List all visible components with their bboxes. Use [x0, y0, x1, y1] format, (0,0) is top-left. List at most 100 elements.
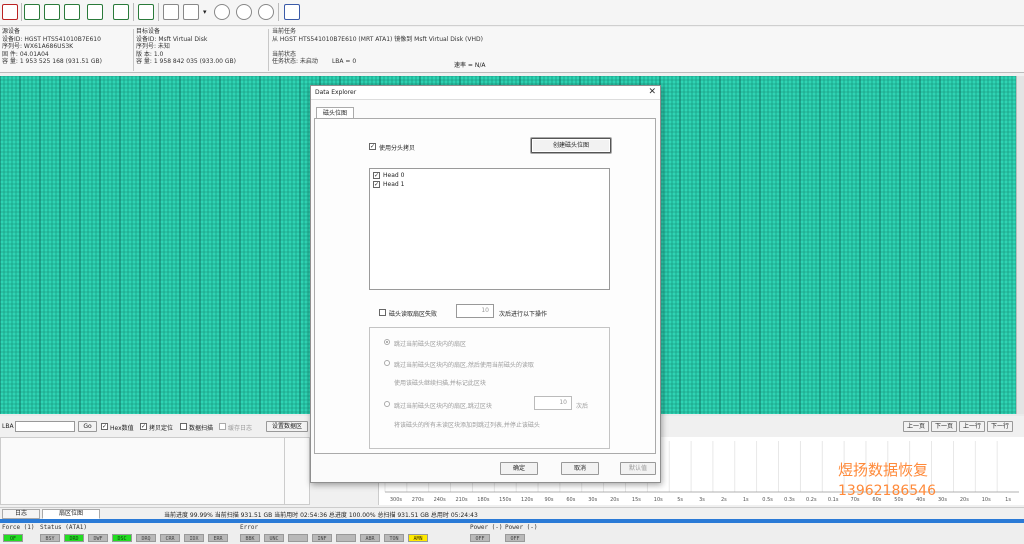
map-scrollbar[interactable] — [1016, 76, 1024, 414]
option-1-radio[interactable] — [384, 339, 390, 345]
fail-label: 磁头读取扇区失败 — [389, 311, 438, 318]
chart-tick-label: 240s — [434, 497, 447, 503]
chart-tick-label: 15s — [632, 497, 641, 503]
data-explorer-dialog: Data Explorer ✕ 磁头位图 ✓ 使用分头拷贝 创建磁头位图 ✓ H… — [310, 85, 661, 483]
tab-log[interactable]: 日志 — [2, 509, 40, 519]
dialog-title-bar[interactable]: Data Explorer ✕ — [311, 86, 660, 100]
status-indicator: DRD — [64, 534, 84, 542]
chart-tick-label: 90s — [544, 497, 553, 503]
chart-tick-label: 150s — [499, 497, 512, 503]
status-line: 任务状态: 未启动 LBA = 0 — [272, 58, 483, 66]
chart-tick-label: 5s — [677, 497, 683, 503]
option-3-count-input[interactable]: 10 — [534, 396, 572, 410]
toolbar-separator — [21, 3, 22, 21]
bottom-tab-bar: 日志 扇区位图 当前进度 99.99% 当前扫描 931.51 GB 当前用时 … — [0, 507, 1024, 519]
hex-checkbox[interactable]: ✓ — [101, 423, 108, 430]
fail-count-input[interactable]: 10 — [456, 304, 494, 318]
copy-locate-label: 拷贝定位 — [149, 425, 174, 432]
progress-text: 当前进度 99.99% 当前扫描 931.51 GB 当前用时 02:54:36… — [164, 512, 478, 519]
source-line: 序列号: WX61A686US3K — [2, 43, 74, 50]
toolbar-separator — [133, 3, 134, 21]
filter-icon[interactable] — [163, 4, 179, 20]
go-button[interactable]: Go — [78, 421, 97, 432]
fail-suffix: 次后进行以下操作 — [499, 311, 548, 318]
option-2-sub: 使用该磁头继续扫描,并标记此区块 — [394, 380, 486, 387]
option-3-sub: 将该磁头的所有未读区块添加到跳过列表,并停止该磁头 — [394, 422, 540, 429]
tree-icon[interactable] — [138, 4, 154, 20]
ok-button[interactable]: 确定 — [500, 462, 538, 475]
chart-tick-label: 0.2s — [806, 497, 817, 503]
stop-icon[interactable] — [258, 4, 274, 20]
scan-checkbox[interactable] — [180, 423, 187, 430]
source-line: 固 件: 04.01A04 — [2, 50, 49, 58]
main-toolbar: ▾ — [0, 0, 1024, 26]
pause-icon[interactable] — [236, 4, 252, 20]
divider — [284, 438, 285, 504]
close-icon[interactable]: ✕ — [648, 87, 656, 98]
head-list[interactable]: ✓ Head 0 ✓ Head 1 — [369, 168, 610, 290]
fail-checkbox[interactable] — [379, 309, 386, 316]
lba-value: LBA = 0 — [331, 58, 357, 65]
sync-icon[interactable] — [214, 4, 230, 20]
error-label: Error — [240, 524, 259, 531]
print-icon[interactable] — [113, 4, 129, 20]
head-0-checkbox[interactable]: ✓ — [373, 172, 380, 179]
status-indicator: DSC — [112, 534, 132, 542]
chart-tick-label: 10s — [654, 497, 663, 503]
chart-tick-label: 20s — [610, 497, 619, 503]
lba-input[interactable] — [15, 421, 75, 432]
create-head-map-button[interactable]: 创建磁头位图 — [531, 138, 611, 153]
chart-tick-label: 10s — [982, 497, 991, 503]
target-line: 序列号: 未知 — [136, 43, 170, 50]
error-indicator: ABR — [360, 534, 380, 542]
default-button[interactable]: 默认值 — [620, 462, 656, 475]
exit-icon[interactable] — [284, 4, 300, 20]
save-icon[interactable] — [24, 4, 40, 20]
force-indicator: OF — [3, 534, 23, 542]
log-checkbox[interactable] — [219, 423, 226, 430]
chart-tick-label: 3s — [699, 497, 705, 503]
log-panel — [0, 437, 310, 505]
status-bar: Force (1) Status (ATA1) Error Power (-) … — [0, 523, 1024, 544]
force-label: Force (1) — [2, 524, 35, 531]
prev-page-button[interactable]: 上一页 — [903, 421, 929, 432]
option-1-label: 跳过当前磁头区块内的扇区 — [394, 341, 467, 348]
option-3-label: 跳过当前磁头区块内的扇区,跳过区块 — [394, 403, 492, 410]
cancel-button[interactable]: 取消 — [561, 462, 599, 475]
chart-tick-label: 210s — [455, 497, 468, 503]
status-indicator: IDX — [184, 534, 204, 542]
copy-locate-checkbox[interactable]: ✓ — [140, 423, 147, 430]
head-0-label: Head 0 — [383, 172, 405, 179]
source-line: 设备ID: HGST HTS541010B7E610 — [2, 35, 101, 43]
option-3-radio[interactable] — [384, 401, 390, 407]
db-icon[interactable] — [64, 4, 80, 20]
plug-icon[interactable] — [2, 4, 18, 20]
chart-tick-label: 0.3s — [784, 497, 795, 503]
head-1-label: Head 1 — [383, 181, 405, 188]
status-indicator: ERR — [208, 534, 228, 542]
edit-icon[interactable] — [87, 4, 103, 20]
copy-icon[interactable] — [44, 4, 60, 20]
use-head-map-checkbox[interactable]: ✓ — [369, 143, 376, 150]
option-2-radio[interactable] — [384, 360, 390, 366]
head-1-checkbox[interactable]: ✓ — [373, 181, 380, 188]
disk-icon[interactable] — [183, 4, 199, 20]
settings-button[interactable]: 设置数据区 — [266, 421, 308, 432]
device-info-panel: 源设备 设备ID: HGST HTS541010B7E610 序列号: WX61… — [0, 27, 1024, 73]
source-line: 容 量: 1 953 525 168 (931.51 GB) — [2, 58, 102, 65]
chart-tick-label: 300s — [390, 497, 403, 503]
tab-sector-map[interactable]: 扇区位图 — [42, 509, 100, 519]
target-line: 设备ID: Msft Virtual Disk — [136, 35, 208, 43]
source-title: 源设备 — [2, 28, 21, 35]
next-page-button[interactable]: 下一页 — [931, 421, 957, 432]
chart-tick-label: 0.5s — [762, 497, 773, 503]
watermark-name: 煜扬数据恢复 — [838, 461, 929, 479]
prev-row-button[interactable]: 上一行 — [959, 421, 985, 432]
scan-label: 数据扫描 — [189, 425, 214, 432]
power-label-1: Power (-) — [470, 524, 503, 531]
chart-tick-label: 30s — [938, 497, 947, 503]
next-row-button[interactable]: 下一行 — [987, 421, 1013, 432]
fail-options-group: 跳过当前磁头区块内的扇区 跳过当前磁头区块内的扇区,然后使用当前磁头的读取 使用… — [369, 327, 610, 449]
dropdown-icon[interactable]: ▾ — [203, 8, 207, 16]
